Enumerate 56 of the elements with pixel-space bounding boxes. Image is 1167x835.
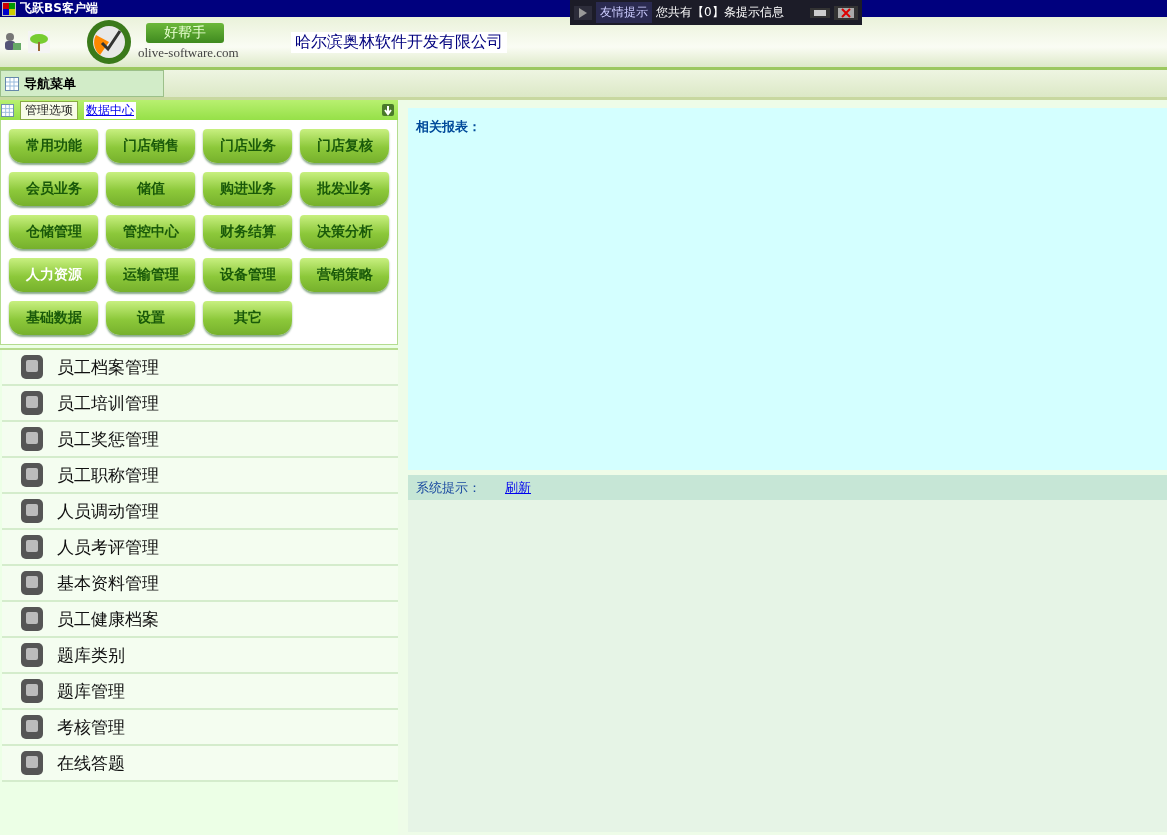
- user-icon[interactable]: [4, 32, 22, 52]
- menu-item[interactable]: 人员考评管理: [2, 530, 398, 566]
- reports-title: 相关报表：: [416, 119, 481, 134]
- table-icon: [1, 103, 14, 117]
- refresh-link[interactable]: 刷新: [505, 478, 531, 497]
- module-button[interactable]: 设备管理: [203, 258, 292, 292]
- logo-icon: [86, 19, 132, 65]
- close-button[interactable]: [834, 5, 858, 20]
- module-button[interactable]: 门店复核: [300, 129, 389, 163]
- module-button[interactable]: 批发业务: [300, 172, 389, 206]
- menu-item[interactable]: 员工健康档案: [2, 602, 398, 638]
- module-button[interactable]: 会员业务: [9, 172, 98, 206]
- window-title: 飞跃BS客户端: [20, 0, 98, 17]
- app-icon: [2, 1, 16, 16]
- module-button[interactable]: 其它: [203, 301, 292, 335]
- module-button[interactable]: 仓储管理: [9, 215, 98, 249]
- system-tip-label: 系统提示：: [416, 478, 481, 497]
- module-button[interactable]: 财务结算: [203, 215, 292, 249]
- data-center-link[interactable]: 数据中心: [84, 101, 136, 119]
- play-button[interactable]: [574, 5, 592, 20]
- module-button[interactable]: 决策分析: [300, 215, 389, 249]
- module-button[interactable]: 管控中心: [106, 215, 195, 249]
- menu-item[interactable]: 员工职称管理: [2, 458, 398, 494]
- domain-text: olive-software.com: [138, 45, 239, 61]
- menu-item[interactable]: 在线答题: [2, 746, 398, 782]
- nav-menu-title: 导航菜单: [24, 74, 76, 93]
- menu-item[interactable]: 题库管理: [2, 674, 398, 710]
- menu-item[interactable]: 考核管理: [2, 710, 398, 746]
- module-button[interactable]: 购进业务: [203, 172, 292, 206]
- menu-item[interactable]: 基本资料管理: [2, 566, 398, 602]
- table-icon: [5, 76, 19, 91]
- module-button[interactable]: 储值: [106, 172, 195, 206]
- module-button[interactable]: 基础数据: [9, 301, 98, 335]
- menu-item[interactable]: 员工档案管理: [2, 350, 398, 386]
- slogan-badge: 好帮手: [146, 23, 224, 43]
- close-icon: [838, 7, 854, 18]
- panel-tab[interactable]: 管理选项: [20, 100, 78, 120]
- module-button[interactable]: 设置: [106, 301, 195, 335]
- minimize-button[interactable]: [810, 7, 830, 18]
- module-button[interactable]: 运输管理: [106, 258, 195, 292]
- module-button[interactable]: 门店销售: [106, 129, 195, 163]
- menu-item[interactable]: 题库类别: [2, 638, 398, 674]
- play-icon: [579, 7, 587, 18]
- tree-icon[interactable]: [28, 31, 50, 53]
- company-name: 哈尔滨奥林软件开发有限公司: [290, 31, 507, 53]
- down-arrow-icon[interactable]: [382, 104, 394, 116]
- module-button[interactable]: 门店业务: [203, 129, 292, 163]
- notice-label: 友情提示: [596, 2, 652, 23]
- menu-item[interactable]: 人员调动管理: [2, 494, 398, 530]
- minimize-icon: [814, 9, 826, 16]
- nav-menu-tab[interactable]: 导航菜单: [0, 70, 164, 97]
- module-button[interactable]: 营销策略: [300, 258, 389, 292]
- notice-message: 您共有【0】条提示信息: [656, 4, 785, 21]
- menu-item[interactable]: 员工奖惩管理: [2, 422, 398, 458]
- menu-item[interactable]: 员工培训管理: [2, 386, 398, 422]
- module-button[interactable]: 常用功能: [9, 129, 98, 163]
